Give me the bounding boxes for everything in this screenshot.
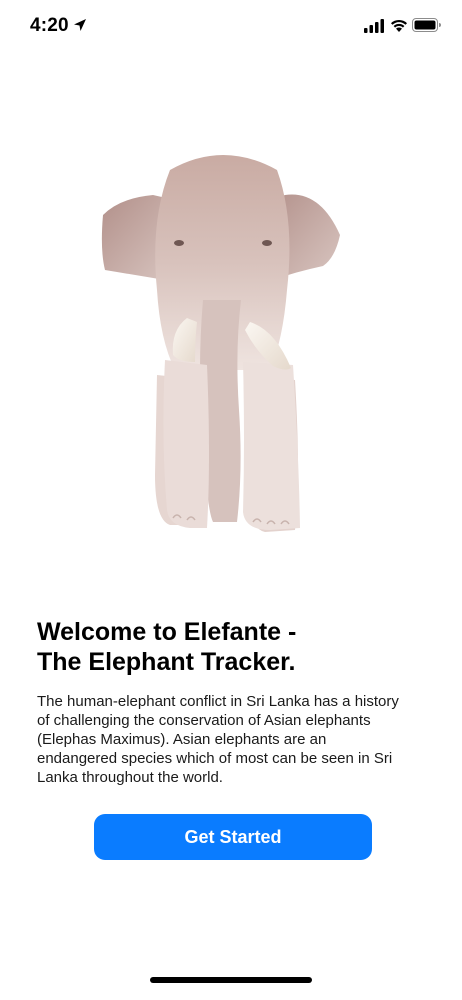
cellular-signal-icon: [364, 19, 384, 33]
battery-icon: [412, 18, 441, 32]
intro-description: The human-elephant conflict in Sri Lanka…: [37, 693, 399, 786]
location-arrow-icon: [74, 19, 86, 31]
get-started-button[interactable]: Get Started: [94, 814, 372, 860]
elephant-illustration: [101, 155, 340, 532]
welcome-title: Welcome to Elefante - The Elephant Track…: [37, 618, 297, 676]
status-bar: 4:20: [0, 0, 462, 54]
status-time: 4:20: [30, 15, 69, 36]
home-indicator[interactable]: [150, 977, 312, 983]
wifi-icon: [391, 19, 407, 32]
